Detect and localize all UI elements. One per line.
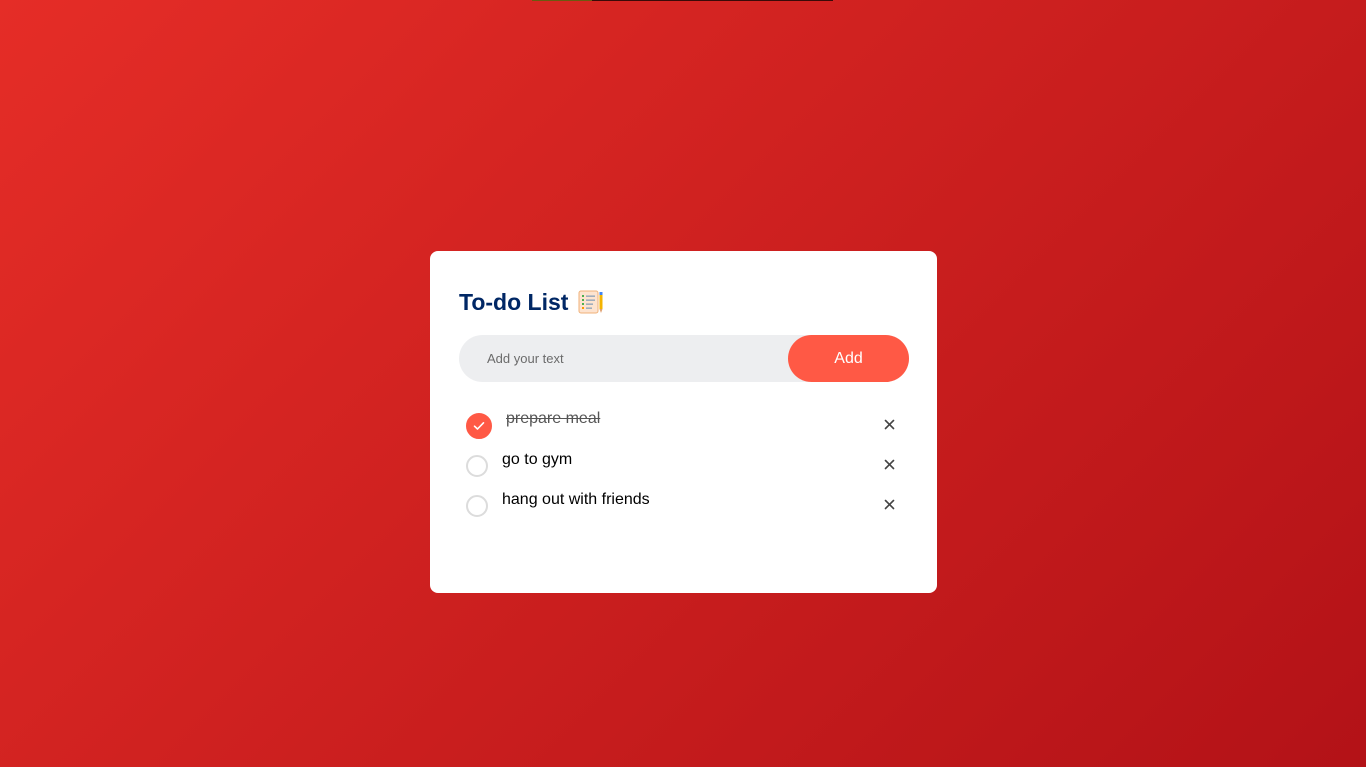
task-checkbox[interactable] (466, 495, 488, 517)
page-title: To-do List (459, 288, 569, 315)
add-button[interactable]: Add (788, 335, 909, 382)
task-list: prepare meal go to gym hang out with fri… (459, 406, 908, 526)
top-progress-bar-segment (532, 0, 592, 1)
notepad-checklist-icon (578, 290, 604, 314)
task-input[interactable] (459, 335, 788, 382)
task-item[interactable]: go to gym (459, 446, 908, 486)
task-text: prepare meal (506, 410, 601, 427)
task-text: go to gym (502, 451, 573, 468)
title-row: To-do List (459, 287, 908, 317)
close-icon[interactable] (882, 457, 896, 471)
todo-app-card: To-do List Add your text Add prepare mea… (430, 251, 937, 593)
task-checkbox[interactable] (466, 455, 488, 477)
top-progress-bar (532, 0, 833, 1)
add-task-row: Add (459, 335, 909, 382)
task-checkbox[interactable] (466, 413, 492, 439)
close-icon[interactable] (882, 497, 896, 511)
task-item[interactable]: hang out with friends (459, 486, 908, 526)
close-icon[interactable] (882, 417, 896, 431)
task-text: hang out with friends (502, 491, 650, 508)
check-icon (473, 421, 485, 430)
task-item[interactable]: prepare meal (459, 406, 908, 446)
